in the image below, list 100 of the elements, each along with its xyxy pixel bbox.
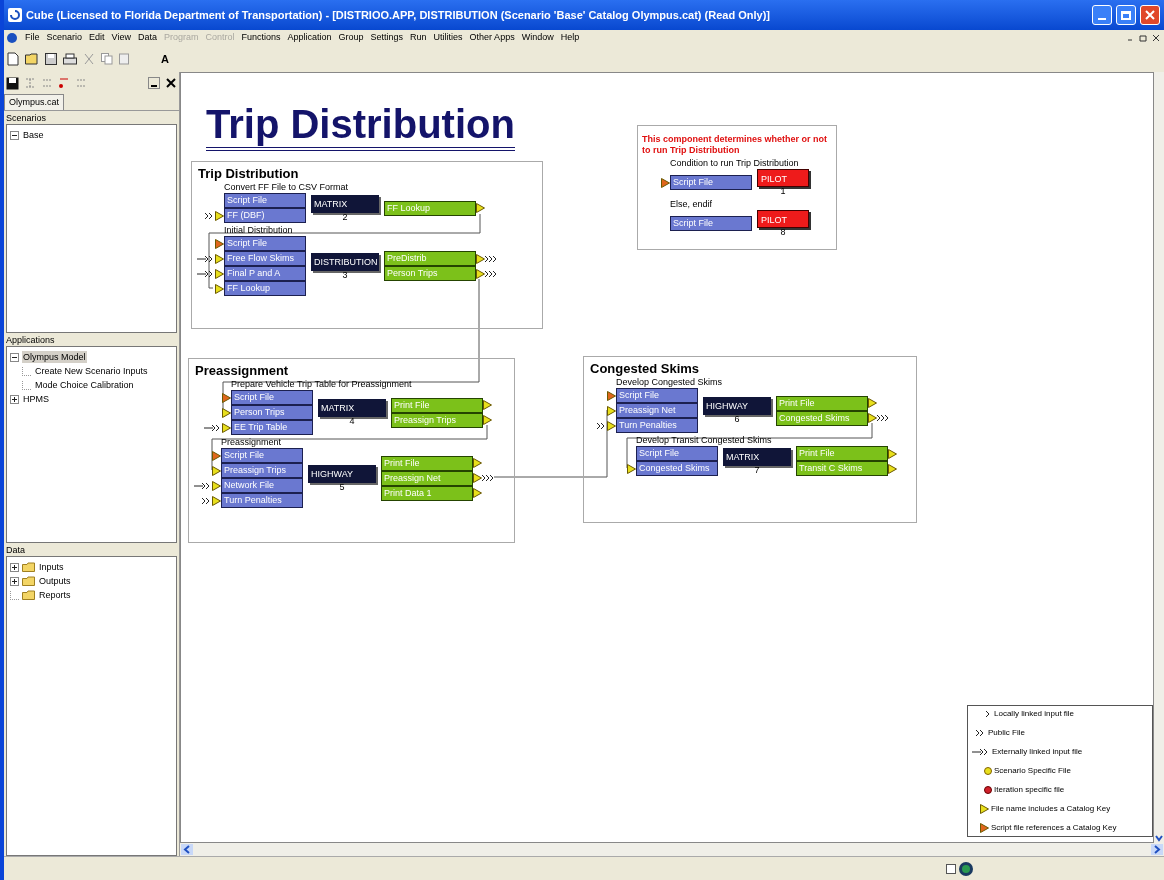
output-file-node[interactable]: Print File	[776, 395, 868, 411]
checkbox-icon[interactable]	[946, 863, 956, 874]
tree-item[interactable]: Outputs	[38, 575, 72, 587]
menu-item[interactable]: Edit	[89, 31, 105, 45]
input-file-node[interactable]: FF (DBF)	[224, 208, 306, 223]
menu-item[interactable]: Other Apps	[469, 31, 515, 45]
program-node[interactable]: MATRIX	[311, 194, 379, 213]
section-title: Applications	[6, 334, 56, 346]
program-node[interactable]: MATRIX	[723, 447, 791, 466]
menu-item[interactable]: View	[111, 31, 131, 45]
program-node[interactable]: HIGHWAY	[308, 464, 376, 483]
step-number: 4	[349, 417, 355, 426]
menu-item[interactable]: Functions	[241, 31, 281, 45]
collapse-icon[interactable]	[10, 130, 19, 140]
menu-item[interactable]: File	[25, 31, 40, 45]
legend-label: File name includes a Catalog Key	[991, 804, 1111, 814]
tree-item[interactable]: Inputs	[38, 561, 65, 573]
input-file-node[interactable]: Turn Penalties	[616, 418, 698, 433]
scroll-right-icon[interactable]	[1151, 844, 1163, 855]
menu-item[interactable]: Window	[521, 31, 554, 45]
program-node[interactable]: DISTRIBUTION	[311, 252, 379, 271]
scroll-left-icon[interactable]	[181, 844, 193, 855]
menu-item[interactable]: Scenario	[46, 31, 83, 45]
triple-chevron-icon	[877, 414, 891, 422]
close-button[interactable]	[1140, 5, 1160, 25]
tree-item[interactable]: Mode Choice Calibration	[34, 379, 135, 391]
output-file-node[interactable]: PreDistrib	[384, 251, 476, 266]
input-file-node[interactable]: Preassign Net	[616, 403, 698, 418]
expand-icon[interactable]	[10, 576, 19, 586]
new-file-icon[interactable]	[7, 52, 19, 66]
program-node[interactable]: PILOT	[757, 169, 809, 187]
menu-item[interactable]: Settings	[370, 31, 404, 45]
input-file-node[interactable]: Script File	[224, 236, 306, 251]
catalog-tab[interactable]: Olympus.cat	[4, 94, 64, 110]
font-button[interactable]: A	[161, 50, 169, 68]
input-file-node[interactable]: Congested Skims	[636, 461, 718, 476]
program-node[interactable]: HIGHWAY	[703, 397, 771, 415]
script-key-triangle-icon	[222, 392, 231, 403]
triple-chevron-icon	[485, 269, 499, 278]
menu-item[interactable]: Utilities	[433, 31, 463, 45]
input-file-node[interactable]: Script File	[636, 446, 718, 461]
double-chevron-icon	[597, 421, 607, 430]
input-file-node[interactable]: Script File	[670, 175, 752, 190]
input-file-node[interactable]: Final P and A	[224, 266, 306, 281]
input-file-node[interactable]: Person Trips	[231, 405, 313, 420]
triangle-icon	[627, 463, 636, 474]
minimize-button[interactable]	[1092, 5, 1112, 25]
condition-note: This component determines whether or not to run Trip Distribution	[642, 134, 829, 156]
menu-item[interactable]: Data	[137, 31, 157, 45]
tree-item[interactable]: HPMS	[22, 393, 50, 405]
maximize-button[interactable]	[1116, 5, 1136, 25]
input-file-node[interactable]: FF Lookup	[224, 281, 306, 296]
close-icon[interactable]	[165, 77, 177, 89]
output-file-node[interactable]: Print File	[381, 455, 473, 471]
input-file-node[interactable]: Script File	[231, 390, 313, 405]
open-folder-icon[interactable]	[25, 53, 39, 65]
input-file-node[interactable]: Script File	[221, 448, 303, 463]
program-node[interactable]: MATRIX	[318, 399, 386, 417]
collapse-icon[interactable]	[10, 352, 19, 362]
tree-item[interactable]: Reports	[38, 589, 72, 601]
output-file-node[interactable]: Print File	[796, 446, 888, 461]
copy-icon[interactable]	[101, 53, 113, 65]
tree-item[interactable]: Create New Scenario Inputs	[34, 365, 149, 377]
input-file-node[interactable]: Free Flow Skims	[224, 251, 306, 266]
tree-item[interactable]: Base	[22, 129, 45, 141]
double-chevron-icon	[976, 729, 986, 737]
menu-item[interactable]: Group	[338, 31, 364, 45]
horizontal-scrollbar[interactable]	[180, 843, 1164, 856]
program-node[interactable]: PILOT	[757, 210, 809, 228]
input-file-node[interactable]: Preassign Trips	[221, 463, 303, 478]
input-file-node[interactable]: Turn Penalties	[221, 493, 303, 508]
globe-icon[interactable]	[958, 860, 974, 877]
menu-item[interactable]: Application	[287, 31, 332, 45]
page-title: Trip Distribution	[206, 101, 515, 151]
save-icon[interactable]	[6, 76, 19, 90]
close-icon	[1145, 10, 1155, 20]
vertical-scrollbar[interactable]	[1154, 72, 1164, 843]
legend-label: Externally linked input file	[992, 747, 1083, 757]
section-title: Data	[6, 544, 26, 556]
toolbar-icon[interactable]	[58, 77, 70, 89]
menu-item[interactable]: Help	[560, 31, 580, 45]
input-file-node[interactable]: Network File	[221, 478, 303, 493]
expand-icon[interactable]	[10, 562, 19, 572]
input-file-node[interactable]: Script File	[670, 216, 752, 231]
print-icon[interactable]	[63, 53, 77, 65]
output-file-node[interactable]: Print File	[391, 397, 483, 413]
legend-label: Script file references a Catalog Key	[991, 823, 1117, 833]
menu-item[interactable]: Run	[410, 31, 427, 45]
scroll-down-icon[interactable]	[1154, 833, 1164, 843]
mdi-controls-icon[interactable]	[1126, 33, 1162, 43]
output-file-node[interactable]: FF Lookup	[384, 200, 476, 216]
expand-icon[interactable]	[10, 394, 19, 404]
output-file-node[interactable]: Transit C Skims	[796, 461, 888, 476]
input-file-node[interactable]: Script File	[224, 193, 306, 208]
input-file-node[interactable]: Script File	[616, 388, 698, 403]
tree-item[interactable]: Olympus Model	[22, 351, 87, 363]
minimize-icon[interactable]	[148, 77, 160, 89]
input-file-node[interactable]: EE Trip Table	[231, 420, 313, 435]
output-file-node[interactable]: Person Trips	[384, 266, 476, 281]
save-icon[interactable]	[45, 53, 57, 65]
